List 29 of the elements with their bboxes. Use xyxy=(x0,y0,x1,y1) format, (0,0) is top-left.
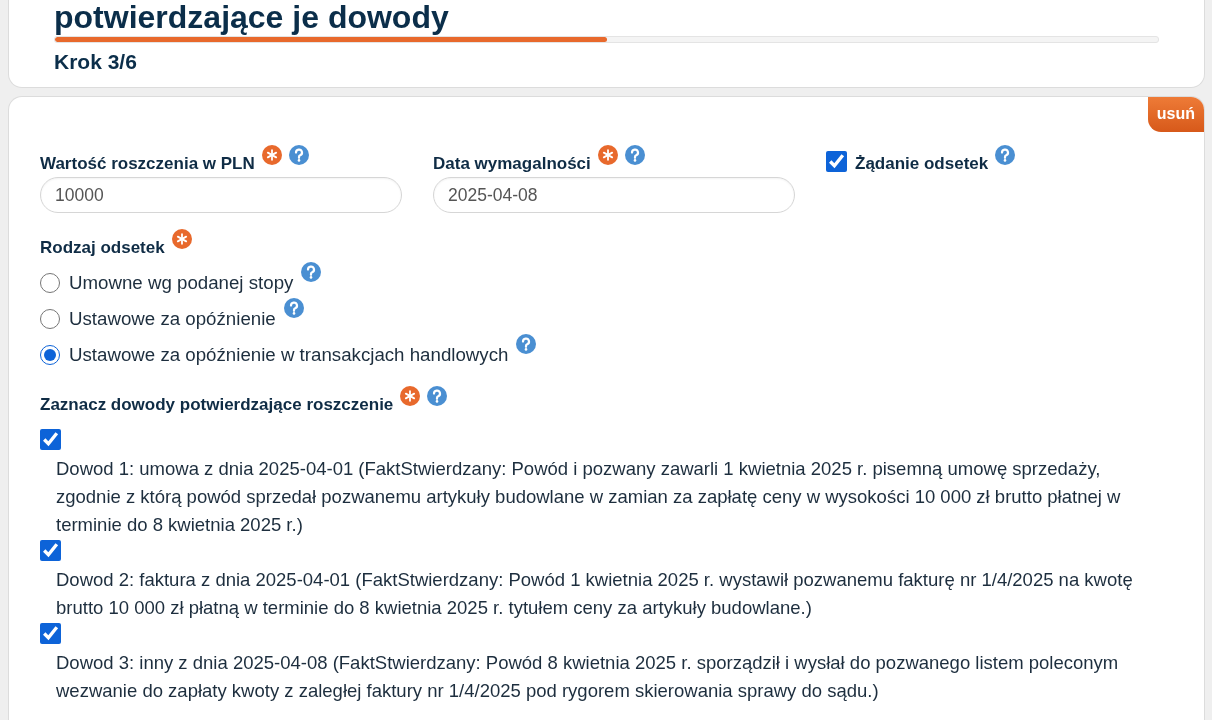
radio-label: Ustawowe za opóźnienie xyxy=(69,307,276,330)
field-label: Zaznacz dowody potwierdzające roszczenie xyxy=(40,394,394,415)
radio-label: Umowne wg podanej stopy xyxy=(69,271,294,294)
radio-label: Ustawowe za opóźnienie w transakcjach handlowych xyxy=(69,343,509,366)
checkbox[interactable] xyxy=(40,540,61,561)
checkbox[interactable] xyxy=(826,151,847,172)
help-icon[interactable] xyxy=(427,386,448,406)
evidence-text: Dowod 2: faktura z dnia 2025-04-01 (FaktStwierdzany: Powód 1 kwietnia 2025 r. wystawił pozwanemu fakturę nr 1/4/2025 na kwotę brutto 10 000 zł płatną w terminie do 8 kwietnia 2025 r. tytułem ceny za artykuły budowlane.) xyxy=(56,568,1134,620)
field-label: Data wymagalności xyxy=(433,153,591,174)
input-field[interactable]: 10000 xyxy=(40,177,402,213)
evidence-text: Dowod 3: inny z dnia 2025-04-08 (FaktStwierdzany: Powód 8 kwietnia 2025 r. sporządził i wysłał do pozwanego listem poleconym wezwanie do zapłaty kwoty z zaległej faktury nr 1/4/2025 pod rygorem skierowania sprawy do sądu.) xyxy=(56,651,1120,703)
radio-button[interactable] xyxy=(40,345,60,365)
help-icon[interactable] xyxy=(301,262,322,282)
help-icon[interactable] xyxy=(995,145,1016,165)
checkbox-label: Żądanie odsetek xyxy=(855,153,989,174)
field-label: Rodzaj odsetek xyxy=(40,237,165,258)
help-icon[interactable] xyxy=(288,145,309,165)
radio-button[interactable] xyxy=(40,309,60,329)
field-label: Wartość roszczenia w PLN xyxy=(40,153,255,174)
input-field[interactable]: 2025-04-08 xyxy=(433,177,795,213)
checkbox[interactable] xyxy=(40,429,61,450)
step-label: Krok 3/6 xyxy=(54,50,137,74)
page-title: potwierdzające je dowody xyxy=(54,0,450,34)
evidence-text: Dowod 1: umowa z dnia 2025-04-01 (FaktStwierdzany: Powód i pozwany zawarli 1 kwietnia 2025 r. pisemną umowę sprzedaży, zgodnie z którą powód sprzedał pozwanemu artykuły budowlane w zamian za zapłatę ceny w wysokości 10 000 zł brutto płatnej w terminie do 8 kwietnia 2025 r.) xyxy=(56,457,1122,537)
help-icon[interactable] xyxy=(624,145,645,165)
checkbox[interactable] xyxy=(40,623,61,644)
help-icon[interactable] xyxy=(283,298,304,318)
help-icon[interactable] xyxy=(516,334,537,354)
radio-button[interactable] xyxy=(40,273,60,293)
